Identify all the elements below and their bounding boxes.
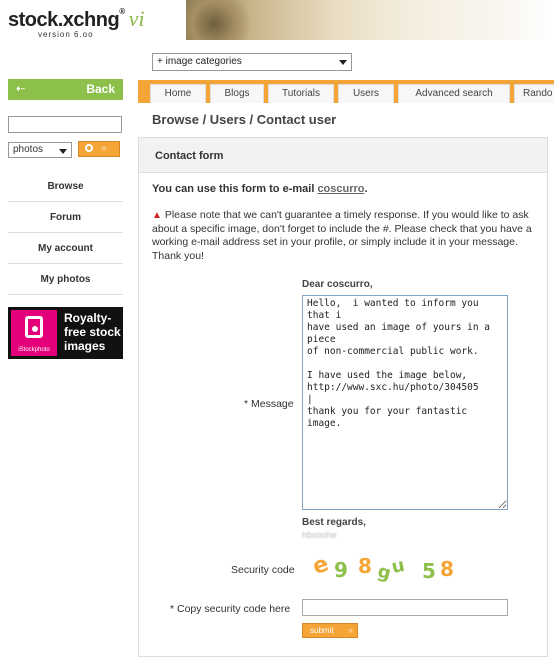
captcha-char: 9: [334, 558, 348, 582]
sender-name: hbsoohe: [302, 530, 337, 540]
tab-advanced-search[interactable]: Advanced search: [398, 84, 510, 103]
submit-button[interactable]: submit »: [302, 623, 358, 638]
double-chevron-icon: »: [347, 625, 353, 635]
search-type-select[interactable]: photos: [8, 142, 72, 158]
istockphoto-logo: iStockphoto: [11, 310, 57, 356]
double-chevron-icon: »: [101, 143, 107, 154]
image-categories-select[interactable]: + image categories: [152, 53, 352, 71]
greeting-label: Dear coscurro,: [302, 279, 373, 290]
warning-icon: ▲: [152, 210, 162, 221]
intro-text: You can use this form to e-mail coscurro…: [152, 183, 368, 195]
regards-label: Best regards,: [302, 517, 366, 528]
captcha-char: 5: [422, 559, 436, 583]
istock-glyph-icon: [25, 316, 43, 338]
tab-users[interactable]: Users: [338, 84, 394, 103]
chevron-down-icon: [339, 60, 347, 65]
breadcrumb: Browse / Users / Contact user: [152, 112, 337, 127]
arrow-left-icon: ⇠: [16, 83, 26, 95]
ad-text: Royalty- free stock images: [64, 311, 121, 353]
message-label: * Message: [244, 398, 294, 410]
search-button[interactable]: »: [78, 141, 120, 157]
logo-version: version 6.oo: [38, 30, 94, 39]
tab-home[interactable]: Home: [150, 84, 206, 103]
main-tabbar: Home Blogs Tutorials Users Advanced sear…: [138, 80, 554, 103]
chevron-down-icon: [59, 149, 67, 154]
warning-text: ▲ Please note that we can't guarantee a …: [152, 209, 532, 262]
istockphoto-ad[interactable]: iStockphoto Royalty- free stock images: [8, 307, 123, 359]
recipient-link[interactable]: coscurro: [317, 183, 364, 195]
back-button[interactable]: ⇠ Back: [8, 79, 123, 100]
logo-vi: vi: [128, 6, 145, 31]
sidebar-item-my-account[interactable]: My account: [8, 233, 123, 264]
message-textarea[interactable]: Hello, i wanted to inform you that i hav…: [302, 295, 508, 510]
sidebar-nav: Browse Forum My account My photos: [8, 171, 123, 295]
sidebar-item-my-photos[interactable]: My photos: [8, 264, 123, 295]
captcha-char: 8: [358, 554, 372, 578]
copy-code-label: * Copy security code here: [170, 603, 291, 615]
site-logo[interactable]: stock.xchng® vi version 6.oo: [8, 6, 168, 40]
panel-title: Contact form: [139, 138, 547, 173]
captcha-char: e: [312, 552, 332, 580]
tab-blogs[interactable]: Blogs: [210, 84, 264, 103]
search-icon: [85, 144, 93, 152]
sidebar-search-input[interactable]: [8, 116, 122, 133]
tab-random[interactable]: Rando: [514, 84, 554, 103]
header-banner-image: [186, 0, 554, 40]
security-code-label: Security code: [231, 564, 295, 576]
tab-tutorials[interactable]: Tutorials: [268, 84, 334, 103]
security-code-input[interactable]: [302, 599, 508, 616]
logo-text: stock.xchng®: [8, 7, 125, 31]
captcha-char: 8: [440, 557, 454, 581]
sidebar-item-browse[interactable]: Browse: [8, 171, 123, 202]
sidebar-item-forum[interactable]: Forum: [8, 202, 123, 233]
captcha-char: u: [390, 555, 407, 578]
captcha-image: e 9 8 g u 5 8: [312, 552, 454, 585]
